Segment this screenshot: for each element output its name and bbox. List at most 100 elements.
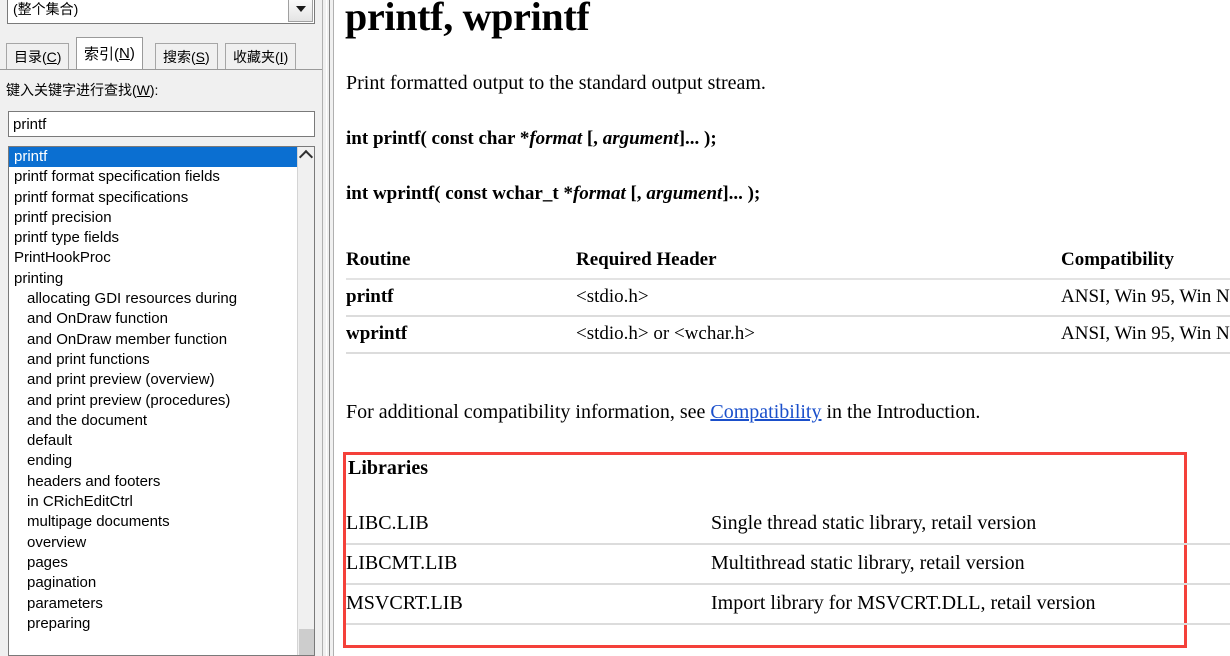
tab-label-suffix: ): [129, 45, 135, 62]
cell-library-name: LIBCMT.LIB: [346, 552, 458, 574]
signature-param-argument: argument: [646, 183, 723, 204]
compatibility-note: For additional compatibility information…: [346, 401, 980, 424]
list-item[interactable]: default: [9, 431, 297, 451]
routine-table: Routine Required Header Compatibility pr…: [346, 243, 1230, 354]
list-item[interactable]: printing: [9, 269, 297, 289]
cell-required-header: <stdio.h> or <wchar.h>: [576, 323, 756, 344]
chevron-up-icon[interactable]: [298, 147, 314, 165]
keyword-label-accesskey: W: [136, 82, 150, 98]
signature-return-type: int: [346, 183, 373, 204]
list-item[interactable]: printf format specification fields: [9, 167, 297, 187]
cell-library-name: LIBC.LIB: [346, 512, 429, 534]
cell-library-description: Import library for MSVCRT.DLL, retail ve…: [711, 592, 1096, 614]
cell-required-header: <stdio.h>: [576, 286, 649, 307]
document-pane: printf, wprintf Print formatted output t…: [335, 0, 1230, 656]
signature-param-format: format: [529, 128, 583, 149]
list-item[interactable]: and OnDraw function: [9, 309, 297, 329]
cell-library-description: Multithread static library, retail versi…: [711, 552, 1025, 574]
collection-combobox[interactable]: (整个集合): [7, 0, 315, 24]
page-title: printf, wprintf: [345, 0, 590, 39]
list-item[interactable]: pages: [9, 553, 297, 573]
column-header-compatibility: Compatibility: [1061, 249, 1174, 270]
tab-accesskey: N: [119, 45, 130, 62]
compatibility-link[interactable]: Compatibility: [710, 401, 821, 423]
table-row: printf <stdio.h> ANSI, Win 95, Win NT: [346, 279, 1230, 316]
table-header-row: Routine Required Header Compatibility: [346, 243, 1230, 279]
tab-label-suffix: ): [56, 48, 62, 65]
tab-label-text: 目录(: [14, 48, 47, 65]
list-item[interactable]: multipage documents: [9, 512, 297, 532]
list-item[interactable]: printf format specifications: [9, 188, 297, 208]
signature-tail: ]... );: [678, 128, 717, 149]
signature-separator: [,: [582, 128, 603, 149]
tab-accesskey: S: [195, 48, 206, 65]
list-item[interactable]: and the document: [9, 411, 297, 431]
chevron-down-glyph: [295, 6, 306, 12]
keyword-label: 键入关键字进行查找(W):: [6, 80, 158, 100]
scrollbar-thumb[interactable]: [299, 629, 314, 655]
table-row: MSVCRT.LIB Import library for MSVCRT.DLL,…: [346, 584, 1230, 624]
tab-label-text: 索引(: [84, 46, 119, 63]
topic-listbox[interactable]: printf printf format specification fields…: [8, 146, 315, 656]
list-item[interactable]: and print functions: [9, 350, 297, 370]
collection-value: (整个集合): [13, 1, 79, 17]
libraries-heading: Libraries: [348, 457, 428, 479]
list-item[interactable]: overview: [9, 533, 297, 553]
signature-separator: [,: [625, 183, 647, 204]
listbox-scrollbar[interactable]: [297, 147, 314, 655]
signature-tail: ]... );: [722, 183, 761, 204]
column-header-routine: Routine: [346, 249, 411, 270]
keyword-input-wrapper[interactable]: [8, 111, 315, 137]
tab-index[interactable]: 索引(N): [76, 37, 143, 69]
tab-favorites[interactable]: 收藏夹(I): [225, 43, 297, 69]
list-item[interactable]: ending: [9, 451, 297, 471]
function-signature-wprintf: int wprintf( const wchar_t *format [, ar…: [346, 183, 760, 205]
list-item[interactable]: pagination: [9, 573, 297, 593]
signature-name: wprintf( const wchar_t *: [372, 183, 573, 204]
table-row: LIBCMT.LIB Multithread static library, re…: [346, 544, 1230, 584]
chevron-up-glyph: [298, 149, 314, 165]
column-header-required-header: Required Header: [576, 249, 717, 270]
list-item[interactable]: printf precision: [9, 208, 297, 228]
tab-label-suffix: ): [283, 48, 289, 65]
list-item[interactable]: and print preview (overview): [9, 370, 297, 390]
compatibility-note-prefix: For additional compatibility information…: [346, 401, 711, 423]
cell-library-name: MSVCRT.LIB: [346, 592, 463, 614]
splitter-grip: [326, 0, 330, 656]
function-signature-printf: int printf( const char *format [, argume…: [346, 128, 717, 150]
list-item[interactable]: and print preview (procedures): [9, 391, 297, 411]
tab-search[interactable]: 搜索(S): [155, 43, 218, 69]
chevron-down-icon[interactable]: [288, 0, 313, 22]
navigation-pane: (整个集合) 目录(C) 索引(N) 搜索(S) 收藏夹(I) 键入关键字进行查…: [0, 0, 322, 656]
list-item[interactable]: PrintHookProc: [9, 248, 297, 268]
topic-list: printf printf format specification fields…: [9, 147, 297, 655]
signature-param-argument: argument: [602, 128, 679, 149]
list-item[interactable]: preparing: [9, 614, 297, 634]
tab-contents[interactable]: 目录(C): [6, 43, 70, 69]
list-item[interactable]: headers and footers: [9, 472, 297, 492]
cell-compatibility: ANSI, Win 95, Win NT: [1061, 323, 1230, 344]
pane-splitter[interactable]: [322, 0, 334, 656]
tab-accesskey: C: [46, 48, 57, 65]
tab-label-text: 收藏夹(: [233, 48, 280, 65]
keyword-label-text: 键入关键字进行查找(: [6, 82, 137, 98]
signature-name: printf( const char *: [372, 128, 530, 149]
signature-return-type: int: [346, 128, 373, 149]
cell-routine: printf: [346, 286, 394, 307]
list-item[interactable]: in CRichEditCtrl: [9, 492, 297, 512]
keyword-input[interactable]: [9, 114, 314, 134]
tab-label-suffix: ): [205, 48, 210, 65]
cell-compatibility: ANSI, Win 95, Win NT: [1061, 286, 1230, 307]
tab-label-text: 搜索(: [163, 48, 196, 65]
keyword-label-suffix: ):: [149, 82, 159, 98]
table-row: LIBC.LIB Single thread static library, re…: [346, 505, 1230, 544]
list-item[interactable]: allocating GDI resources during: [9, 289, 297, 309]
list-item[interactable]: parameters: [9, 594, 297, 614]
page-summary: Print formatted output to the standard o…: [346, 72, 766, 94]
navigation-tabs: 目录(C) 索引(N) 搜索(S) 收藏夹(I): [0, 37, 322, 70]
list-item[interactable]: and OnDraw member function: [9, 330, 297, 350]
libraries-table: LIBC.LIB Single thread static library, re…: [346, 505, 1230, 625]
list-item[interactable]: printf: [9, 147, 297, 168]
cell-library-description: Single thread static library, retail ver…: [711, 512, 1037, 534]
list-item[interactable]: printf type fields: [9, 228, 297, 248]
